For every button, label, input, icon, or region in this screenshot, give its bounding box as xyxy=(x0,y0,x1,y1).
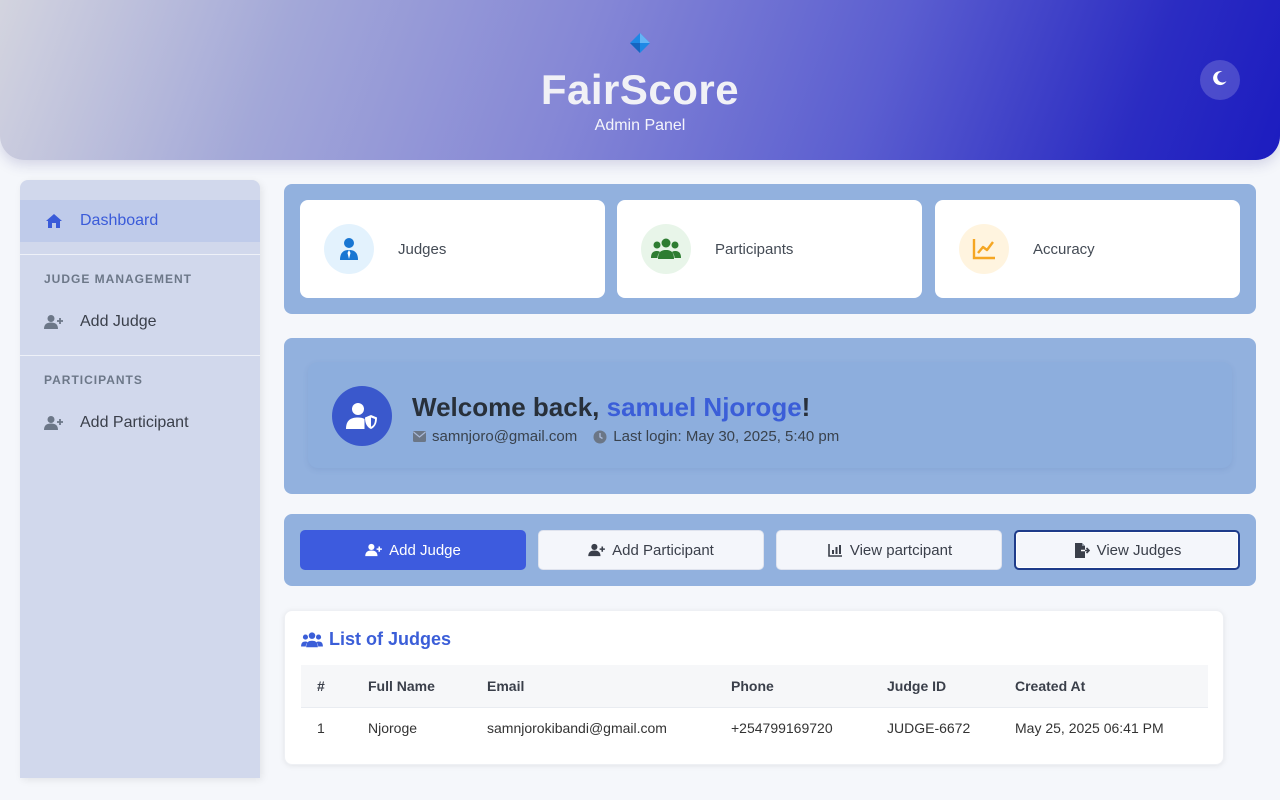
table-row[interactable]: 1 Njoroge samnjorokibandi@gmail.com +254… xyxy=(301,707,1208,749)
app-title: FairScore xyxy=(540,66,740,113)
add-judge-button[interactable]: Add Judge xyxy=(300,530,526,570)
stat-label: Participants xyxy=(715,240,794,258)
welcome-heading: Welcome back, samuel Njoroge! xyxy=(412,392,811,422)
sidebar-item-add-participant[interactable]: Add Participant xyxy=(20,402,260,444)
welcome-card: Welcome back, samuel Njoroge! samnjoro@g… xyxy=(308,362,1232,468)
clock-icon xyxy=(593,430,607,444)
stat-card-accuracy[interactable]: Accuracy xyxy=(935,200,1240,298)
column-header: Judge ID xyxy=(887,677,947,694)
users-icon xyxy=(301,631,323,649)
sidebar: Dashboard JUDGE MANAGEMENT Add Judge PAR… xyxy=(20,180,260,778)
stat-card-judges[interactable]: Judges xyxy=(300,200,605,298)
users-icon xyxy=(641,224,691,274)
judges-table: # Full Name Email Phone Judge ID Created… xyxy=(301,665,1208,749)
table-cell: JUDGE-6672 xyxy=(887,720,971,737)
admin-email: samnjoro@gmail.com xyxy=(432,428,578,445)
sidebar-item-label: Add Participant xyxy=(80,414,189,431)
user-shield-icon xyxy=(346,403,377,429)
sidebar-item-label: Dashboard xyxy=(80,212,159,229)
table-header-row: # Full Name Email Phone Judge ID Created… xyxy=(301,665,1208,707)
admin-avatar xyxy=(332,386,392,446)
table-cell: 1 xyxy=(317,720,325,737)
moon-icon xyxy=(1212,70,1228,91)
user-plus-icon xyxy=(365,542,383,558)
actions-panel: Add Judge Add Participant View partcipan… xyxy=(284,514,1256,586)
stat-label: Judges xyxy=(398,240,447,258)
divider xyxy=(20,254,260,255)
view-participant-button[interactable]: View partcipant xyxy=(776,530,1002,570)
envelope-icon xyxy=(412,430,426,444)
user-plus-icon xyxy=(44,312,64,332)
theme-toggle-button[interactable] xyxy=(1200,60,1240,100)
admin-name: samuel Njoroge xyxy=(606,392,802,422)
chart-line-icon xyxy=(959,224,1009,274)
stat-card-participants[interactable]: Participants xyxy=(617,200,922,298)
column-header: Phone xyxy=(731,677,774,694)
table-title: List of Judges xyxy=(301,629,451,650)
sidebar-section-participants: PARTICIPANTS xyxy=(44,373,143,387)
add-participant-button[interactable]: Add Participant xyxy=(538,530,764,570)
app-header: FairScore Admin Panel xyxy=(0,0,1280,160)
app-subtitle: Admin Panel xyxy=(594,117,686,134)
stat-label: Accuracy xyxy=(1033,240,1095,258)
user-plus-icon xyxy=(588,542,606,558)
sidebar-section-judge-management: JUDGE MANAGEMENT xyxy=(44,272,193,286)
table-cell: samnjorokibandi@gmail.com xyxy=(487,720,667,737)
divider xyxy=(20,355,260,356)
diamond-icon xyxy=(629,32,651,54)
file-export-icon xyxy=(1073,542,1091,558)
welcome-meta: samnjoro@gmail.com Last login: May 30, 2… xyxy=(412,428,839,445)
table-cell: May 25, 2025 06:41 PM xyxy=(1015,720,1164,737)
table-cell: Njoroge xyxy=(368,720,418,737)
welcome-panel: Welcome back, samuel Njoroge! samnjoro@g… xyxy=(284,338,1256,494)
judges-table-card: List of Judges # Full Name Email Phone J… xyxy=(284,610,1224,765)
last-login: Last login: May 30, 2025, 5:40 pm xyxy=(613,428,840,445)
sidebar-item-dashboard[interactable]: Dashboard xyxy=(20,200,260,242)
home-icon xyxy=(44,211,64,231)
judge-icon xyxy=(324,224,374,274)
column-header: Email xyxy=(487,677,525,694)
column-header: # xyxy=(317,677,325,694)
user-plus-icon xyxy=(44,413,64,433)
sidebar-item-add-judge[interactable]: Add Judge xyxy=(20,301,260,343)
table-cell: +254799169720 xyxy=(731,720,833,737)
column-header: Created At xyxy=(1015,677,1086,694)
column-header: Full Name xyxy=(368,677,435,694)
sidebar-item-label: Add Judge xyxy=(80,313,157,330)
chart-bar-icon xyxy=(826,542,844,558)
stats-panel: Judges Participants Accuracy xyxy=(284,184,1256,314)
view-judges-button[interactable]: View Judges xyxy=(1014,530,1240,570)
